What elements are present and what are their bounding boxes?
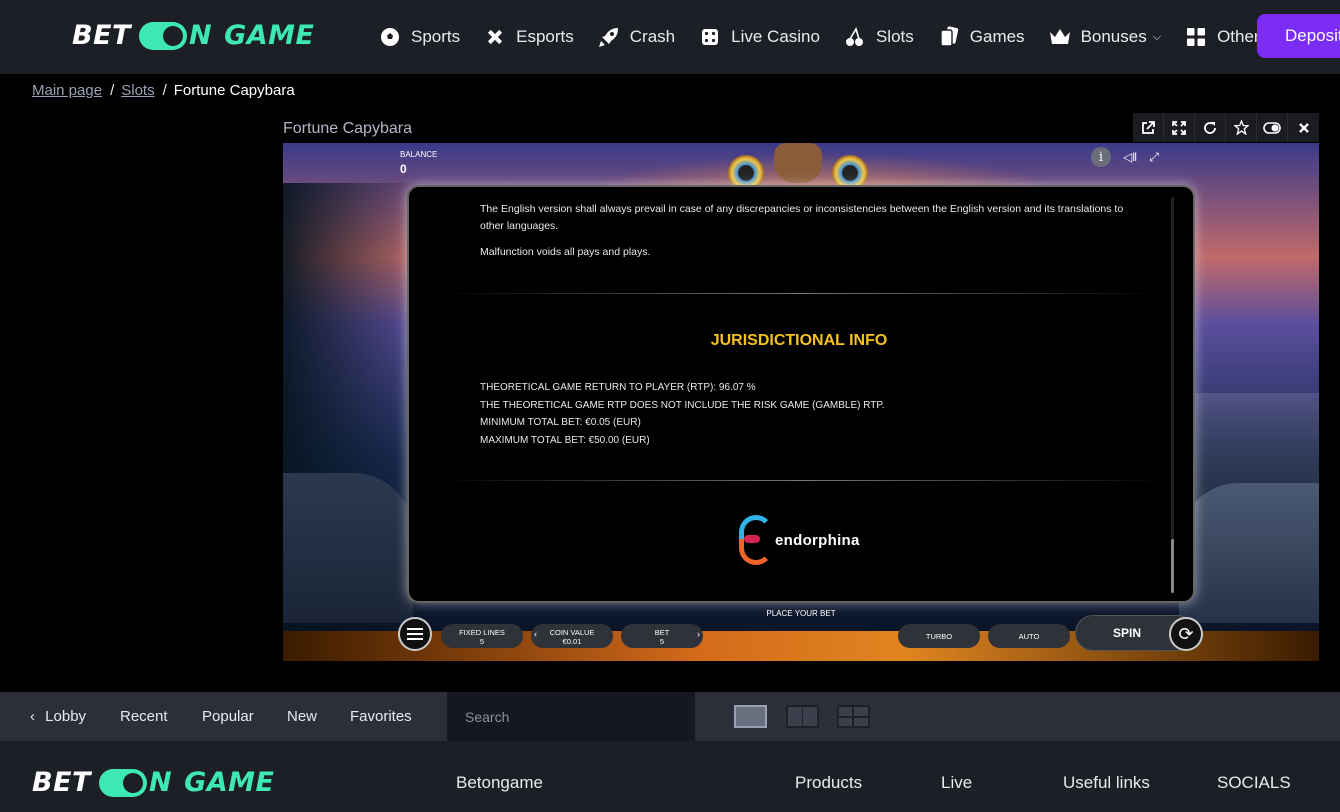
close-game-button[interactable]	[1288, 113, 1319, 142]
game-frame[interactable]: BALANCE 0 i ◁‖ ⤢ The English version sha…	[283, 143, 1319, 661]
tab-recent[interactable]: Recent	[120, 708, 168, 725]
sound-icon[interactable]: ◁‖	[1123, 150, 1137, 164]
footer-socials[interactable]: SOCIALS	[1217, 773, 1291, 793]
games-bottom-bar: ‹ Lobby Recent Popular New Favorites	[0, 692, 1340, 741]
breadcrumb-home[interactable]: Main page	[32, 82, 102, 99]
yacht-image	[283, 473, 413, 623]
nav-esports[interactable]: Esports	[484, 26, 574, 48]
spin-icon[interactable]: ⟳	[1169, 617, 1203, 651]
divider	[437, 480, 1167, 481]
breadcrumb: Main page / Slots / Fortune Capybara	[32, 82, 295, 99]
header: BET N GAME Sports Esports Crash Live Cas…	[0, 0, 1340, 74]
endorphina-logo-icon	[739, 515, 773, 565]
refresh-icon	[1204, 121, 1216, 134]
balance-value: 0	[400, 162, 407, 176]
footer-products[interactable]: Products	[795, 773, 862, 793]
view-single-button[interactable]	[734, 705, 767, 728]
grid-icon	[1185, 26, 1207, 48]
fullscreen-button[interactable]	[1164, 113, 1195, 142]
breadcrumb-current: Fortune Capybara	[173, 82, 295, 99]
info-paragraph: Malfunction voids all pays and plays.	[480, 246, 651, 258]
tab-new[interactable]: New	[287, 708, 317, 725]
info-paragraph: The English version shall always prevail…	[480, 203, 1124, 232]
game-title: Fortune Capybara	[283, 120, 412, 137]
nav-crash[interactable]: Crash	[598, 26, 675, 48]
chevron-right-icon[interactable]: ›	[697, 630, 700, 639]
tab-popular[interactable]: Popular	[202, 708, 254, 725]
logo-toggle-icon	[98, 768, 147, 797]
footer-useful-links[interactable]: Useful links	[1063, 773, 1150, 793]
soccer-ball-icon	[379, 26, 401, 48]
site-logo[interactable]: BET N GAME	[72, 20, 314, 51]
nav-games[interactable]: Games	[938, 26, 1025, 48]
cards-icon	[938, 26, 960, 48]
footer-logo[interactable]: BET N GAME	[32, 767, 274, 798]
search-box	[447, 692, 695, 741]
provider-logo: endorphina	[739, 515, 860, 565]
external-link-icon	[1142, 120, 1155, 134]
game-info-panel: The English version shall always prevail…	[407, 185, 1195, 603]
divider	[437, 293, 1167, 294]
dice-icon	[699, 26, 721, 48]
scrollbar-thumb[interactable]	[1171, 539, 1174, 593]
toggle-icon	[1263, 121, 1281, 134]
footer-betongame[interactable]: Betongame	[456, 773, 543, 793]
view-double-button[interactable]	[786, 705, 819, 728]
deposit-button[interactable]: Deposit	[1257, 14, 1340, 58]
info-icon[interactable]: i	[1091, 147, 1111, 167]
rtp-info: THEORETICAL GAME RETURN TO PLAYER (RTP):…	[480, 382, 885, 446]
chevron-left-icon: ‹	[30, 708, 35, 725]
bet-selector[interactable]: BET 5 ›	[621, 624, 703, 648]
fixed-lines-display: FIXED LINES 5	[441, 624, 523, 648]
nav-slots[interactable]: Slots	[844, 26, 914, 48]
turbo-button[interactable]: TURBO	[898, 624, 980, 648]
jurisdictional-info-title: JURISDICTIONAL INFO	[710, 332, 888, 349]
reload-button[interactable]	[1195, 113, 1226, 142]
open-external-button[interactable]	[1133, 113, 1164, 142]
tab-favorites[interactable]: Favorites	[350, 708, 412, 725]
nav-live-casino[interactable]: Live Casino	[699, 26, 820, 48]
crown-icon	[1049, 26, 1071, 48]
game-top-icons: i ◁‖ ⤢	[1091, 147, 1159, 167]
chevron-left-icon[interactable]: ‹	[534, 630, 537, 639]
footer: BET N GAME Betongame Products Live Usefu…	[0, 741, 1340, 812]
rocket-icon	[598, 26, 620, 48]
breadcrumb-slots[interactable]: Slots	[121, 82, 154, 99]
footer-live[interactable]: Live	[941, 773, 972, 793]
hamburger-icon	[407, 633, 423, 635]
capybara-mascot-image	[728, 143, 868, 191]
auto-button[interactable]: AUTO	[988, 624, 1070, 648]
star-icon	[1233, 120, 1249, 135]
nav-bonuses[interactable]: Bonuses ⌵	[1049, 26, 1162, 48]
search-input[interactable]	[447, 692, 695, 741]
cherries-icon	[844, 26, 866, 48]
game-menu-button[interactable]	[398, 617, 432, 651]
theme-toggle-button[interactable]	[1257, 113, 1288, 142]
balance-label: BALANCE	[400, 150, 438, 159]
lobby-button[interactable]: ‹ Lobby	[30, 708, 86, 725]
game-controls: FIXED LINES 5 ‹ COIN VALUE €0.01 BET 5 ›…	[398, 615, 1203, 651]
coin-value-selector[interactable]: ‹ COIN VALUE €0.01	[531, 624, 613, 648]
expand-icon	[1172, 120, 1186, 135]
close-icon	[1298, 122, 1309, 133]
gamepad-icon	[484, 26, 506, 48]
logo-toggle-icon	[138, 21, 187, 50]
main-nav: Sports Esports Crash Live Casino Slots G…	[379, 0, 1298, 74]
nav-sports[interactable]: Sports	[379, 26, 460, 48]
chevron-down-icon: ⌵	[1152, 30, 1162, 43]
yacht-image	[1179, 483, 1319, 623]
scrollbar-track[interactable]	[1171, 197, 1174, 593]
favorite-button[interactable]	[1226, 113, 1257, 142]
fullscreen-icon[interactable]: ⤢	[1149, 150, 1159, 165]
game-toolbar	[1133, 113, 1319, 142]
view-quad-button[interactable]	[837, 705, 870, 728]
